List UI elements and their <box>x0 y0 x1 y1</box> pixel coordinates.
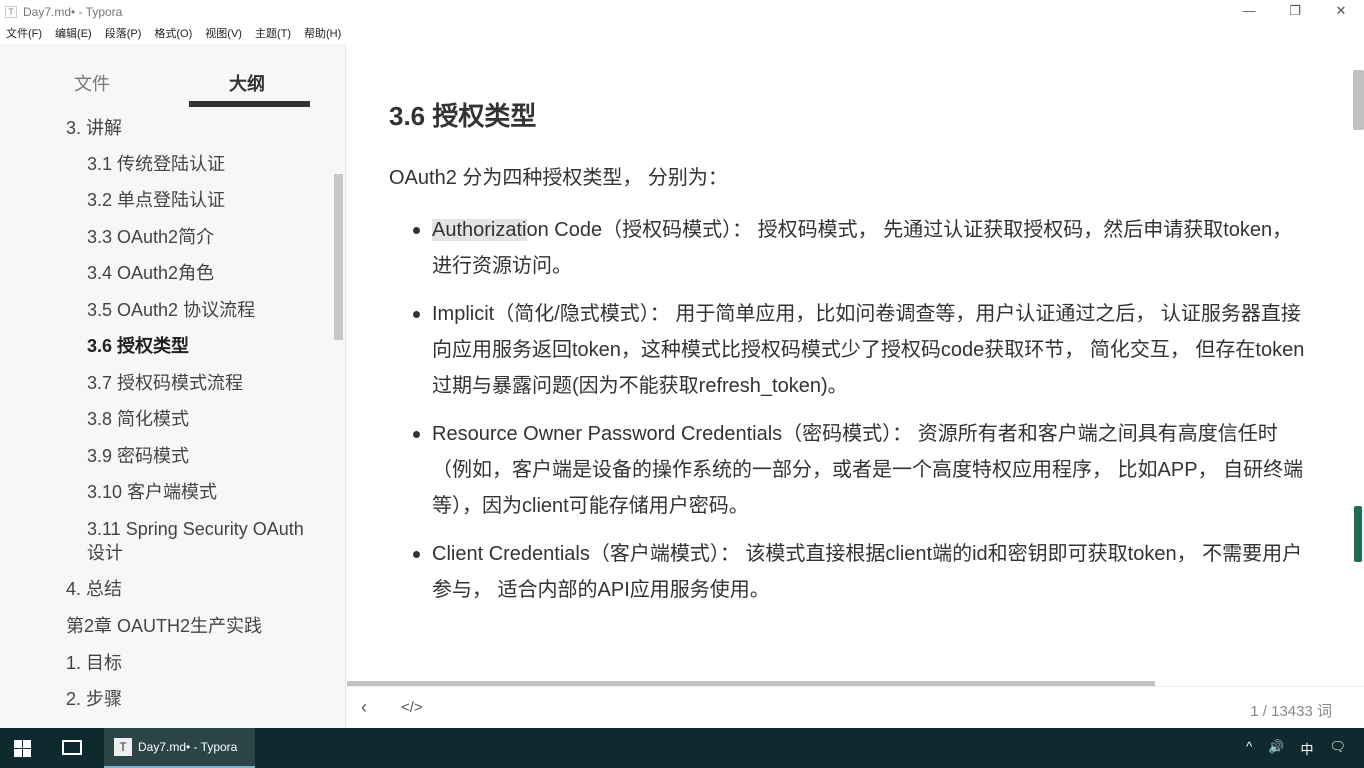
list-item: Implicit（简化/隐式模式）： 用于简单应用，比如问卷调查等，用户认证通过… <box>413 296 1312 404</box>
input-method-icon[interactable]: 中 <box>1300 739 1313 758</box>
outline-item[interactable]: 2. 步骤 <box>66 687 286 711</box>
title-bar: T Day7.md• - Typora — ❐ ✕ <box>0 0 1364 24</box>
outline-item[interactable]: 3.4 OAuth2角色 <box>87 261 307 285</box>
windows-start-icon[interactable] <box>14 740 31 757</box>
typora-icon: T <box>114 738 132 756</box>
menu-item[interactable]: 视图(V) <box>205 24 242 44</box>
list-item-text: Implicit（简化/隐式模式）： 用于简单应用，比如问卷调查等，用户认证通过… <box>432 303 1305 397</box>
outline-item[interactable]: 3.2 单点登陆认证 <box>87 188 307 212</box>
outline-item[interactable]: 1. 目标 <box>66 651 286 675</box>
word-count[interactable]: 1 / 13433 词 <box>1250 700 1332 721</box>
close-button[interactable]: ✕ <box>1318 0 1364 24</box>
outline-item[interactable]: 3. 讲解 <box>66 116 286 140</box>
selected-text[interactable]: Authorizati <box>432 219 527 241</box>
list-item: Authorization Code（授权码模式）： 授权码模式， 先通过认证获… <box>413 212 1312 284</box>
menu-item[interactable]: 主题(T) <box>255 24 291 44</box>
menu-bar: 文件(F) 编辑(E) 段落(P) 格式(O) 视图(V) 主题(T) 帮助(H) <box>0 24 354 44</box>
taskbar-app-label: Day7.md• - Typora <box>138 740 238 754</box>
status-bar: ‹ </> 1 / 13433 词 <box>347 686 1364 728</box>
menu-item[interactable]: 文件(F) <box>6 24 42 44</box>
outline-item[interactable]: 3.7 授权码模式流程 <box>87 371 307 395</box>
outline-item[interactable]: 3.11 Spring Security OAuth设计 <box>87 517 307 565</box>
list-item-text: on Code（授权码模式）： 授权码模式， 先通过认证获取授权码，然后申请获取… <box>432 219 1293 277</box>
tab-outline[interactable]: 大纲 <box>229 70 265 96</box>
taskbar-typora-app[interactable]: T Day7.md• - Typora <box>104 728 255 768</box>
section-heading: 3.6 授权类型 <box>389 101 537 131</box>
sidebar: 文件 大纲 3. 讲解 3.1 传统登陆认证 3.2 单点登陆认证 3.3 OAuth… <box>0 44 346 728</box>
intro-paragraph: OAuth2 分为四种授权类型， 分别为： <box>389 167 728 189</box>
menu-item[interactable]: 格式(O) <box>154 24 192 44</box>
list-item: Client Credentials（客户端模式）： 该模式直接根据client… <box>413 536 1312 608</box>
list-item: Resource Owner Password Credentials（密码模式… <box>413 416 1312 524</box>
menu-item[interactable]: 编辑(E) <box>55 24 92 44</box>
list-item-text: Resource Owner Password Credentials（密码模式… <box>432 423 1304 517</box>
list-item-text: Client Credentials（客户端模式）： 该模式直接根据client… <box>432 543 1303 601</box>
sidebar-scrollbar[interactable] <box>334 174 343 340</box>
outline-item[interactable]: 3.8 简化模式 <box>87 407 307 431</box>
taskbar: T Day7.md• - Typora ^ 🔊 中 🗨 <box>0 728 1364 768</box>
minimize-button[interactable]: — <box>1226 0 1272 24</box>
grant-type-list: Authorization Code（授权码模式）： 授权码模式， 先通过认证获… <box>413 212 1312 620</box>
toggle-sidebar-button[interactable]: ‹ <box>361 697 367 718</box>
outline-item[interactable]: 3.1 传统登陆认证 <box>87 152 307 176</box>
source-code-mode-button[interactable]: </> <box>401 699 423 716</box>
editor-scrollbar[interactable] <box>1353 70 1364 130</box>
active-tab-indicator <box>189 101 310 107</box>
scroll-position-marker <box>1354 506 1362 562</box>
notifications-icon[interactable]: 🗨 <box>1329 739 1346 758</box>
typora-app-icon: T <box>5 6 17 18</box>
outline-item[interactable]: 3.9 密码模式 <box>87 444 307 468</box>
outline-item[interactable]: 3.3 OAuth2简介 <box>87 225 307 249</box>
show-hidden-icons-icon[interactable]: ^ <box>1246 739 1252 758</box>
task-view-icon[interactable] <box>62 740 82 755</box>
volume-icon[interactable]: 🔊 <box>1268 739 1284 758</box>
maximize-button[interactable]: ❐ <box>1272 0 1318 24</box>
outline-item[interactable]: 3.6 授权类型 <box>87 334 307 358</box>
outline-item[interactable]: 3.10 客户端模式 <box>87 480 307 504</box>
menu-item[interactable]: 帮助(H) <box>304 24 341 44</box>
editor[interactable]: 3.6 授权类型 OAuth2 分为四种授权类型， 分别为： Authoriza… <box>347 44 1353 684</box>
outline-item[interactable]: 第2章 OAUTH2生产实践 <box>66 614 286 638</box>
window-title: Day7.md• - Typora <box>23 5 123 19</box>
menu-item[interactable]: 段落(P) <box>105 24 142 44</box>
tab-files[interactable]: 文件 <box>74 70 110 96</box>
outline-item[interactable]: 4. 总结 <box>66 577 286 601</box>
outline-item[interactable]: 3.5 OAuth2 协议流程 <box>87 298 307 322</box>
